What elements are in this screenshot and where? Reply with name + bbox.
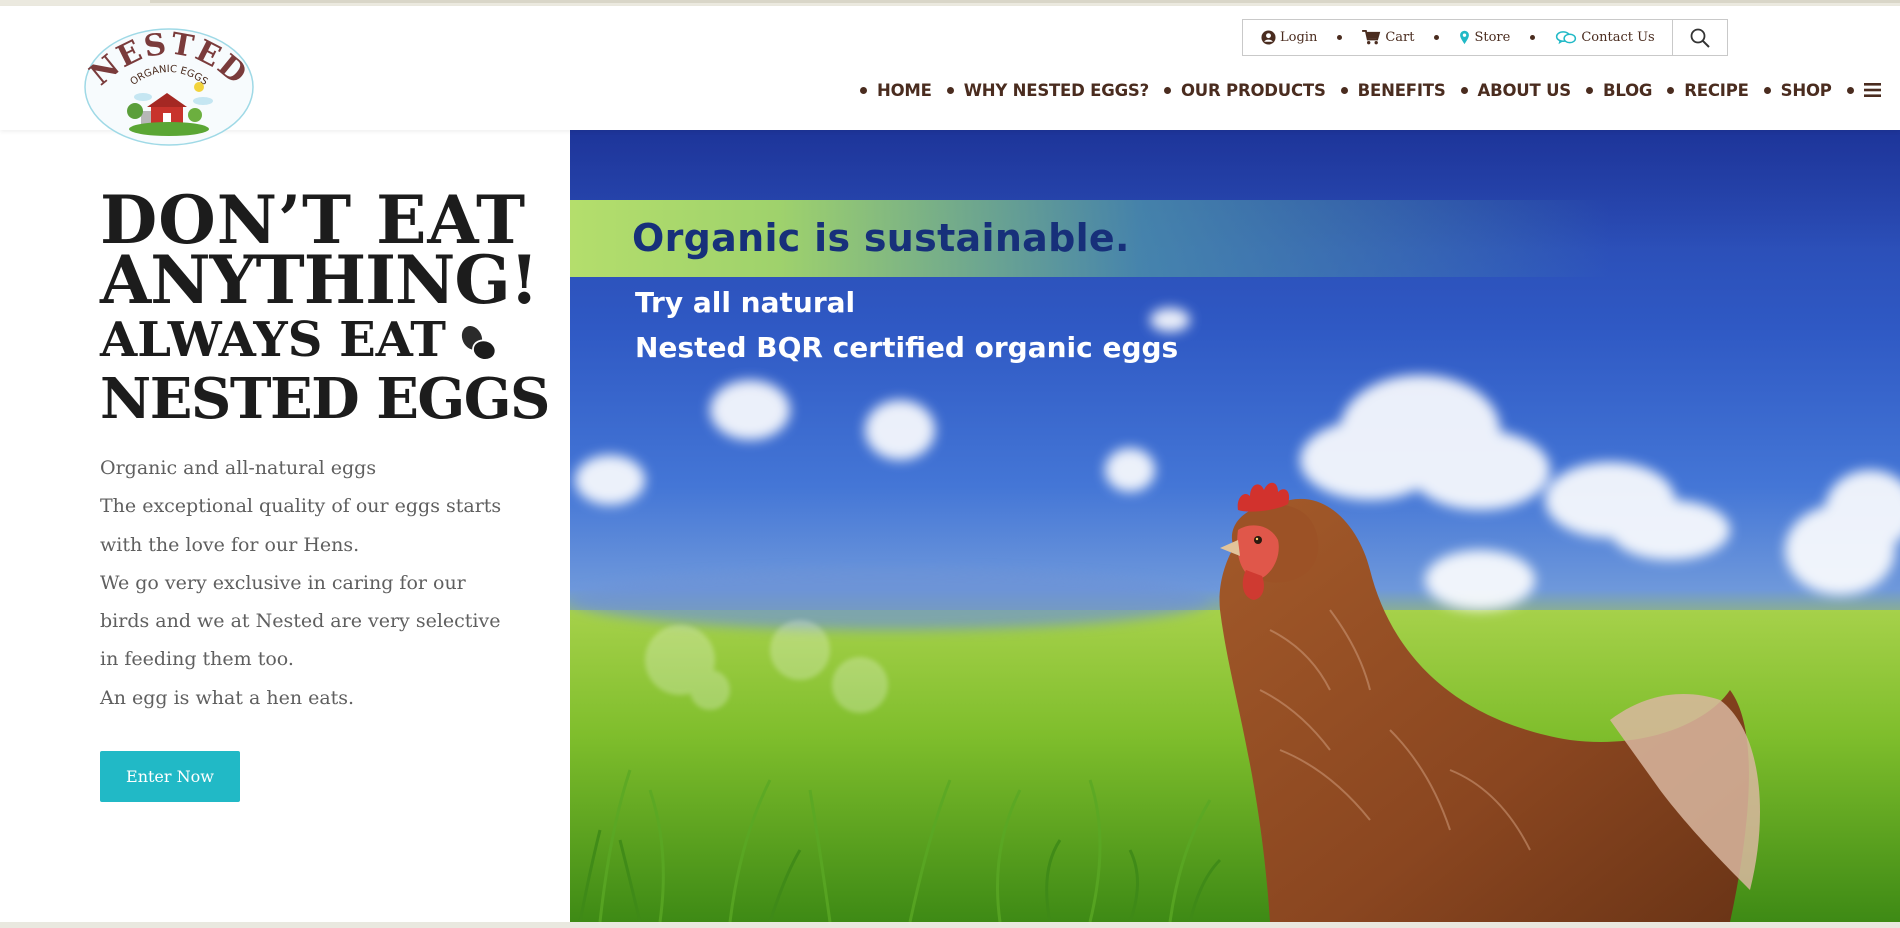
nav-item-why-nested-eggs[interactable]: WHY NESTED EGGS?	[946, 80, 1164, 100]
eggs-icon	[461, 326, 497, 361]
contact-link[interactable]: Contact Us	[1555, 30, 1655, 45]
nav-item-about-us[interactable]: ABOUT US	[1460, 80, 1586, 100]
nav-label: BLOG	[1602, 80, 1653, 100]
nav-item-recipe[interactable]: RECIPE	[1667, 81, 1763, 100]
nested-logo-graphic: NESTED ORGANIC EGGS	[83, 26, 254, 146]
cart-link[interactable]: Cart	[1362, 30, 1414, 45]
nav-item-shop[interactable]: SHOP	[1763, 80, 1847, 100]
intro-paragraph-line: in feeding them too.	[100, 648, 294, 671]
nav-label: RECIPE	[1684, 80, 1749, 100]
cart-icon	[1362, 30, 1381, 45]
nav-bullet	[860, 86, 867, 94]
hero-subtitle-line-2: Nested BQR certified organic eggs	[635, 331, 1179, 364]
separator-dot	[1530, 35, 1536, 40]
nav-label: BENEFITS	[1357, 80, 1446, 100]
nav-bullet	[1585, 86, 1593, 94]
separator-dot	[1337, 35, 1343, 40]
search-button[interactable]	[1672, 20, 1727, 55]
nav-item-benefits[interactable]: BENEFITS	[1340, 80, 1461, 100]
nav-label: ABOUT US	[1477, 80, 1572, 100]
intro-headline: DON’T EAT ANYTHING! ALWAYS EAT NESTED EG…	[100, 187, 551, 432]
separator-dot	[1434, 35, 1440, 40]
cart-label: Cart	[1385, 30, 1415, 45]
nav-item-home[interactable]: HOME	[860, 81, 947, 100]
login-label: Login	[1280, 30, 1318, 45]
chat-bubbles-icon	[1556, 31, 1577, 45]
intro-section: DON’T EAT ANYTHING! ALWAYS EAT NESTED EG…	[0, 130, 570, 922]
top-border-inner	[150, 0, 1900, 3]
menu-toggle-button[interactable]	[1846, 82, 1882, 98]
intro-paragraph-line: with the love for our Hens.	[100, 533, 360, 556]
nav-bullet	[1667, 86, 1675, 94]
nav-bullet	[1340, 86, 1348, 94]
nav-label: HOME	[877, 80, 932, 100]
headline-line-2: ANYTHING!	[100, 241, 539, 319]
hamburger-menu-icon	[1863, 83, 1881, 97]
nav-item-blog[interactable]: BLOG	[1585, 80, 1667, 100]
headline-line-3-row: ALWAYS EAT	[100, 310, 500, 370]
headline-line-4: NESTED EGGS	[100, 366, 551, 432]
main-navigation: HOME WHY NESTED EGGS? OUR PRODUCTS BENEF…	[860, 75, 1882, 105]
map-pin-icon	[1460, 30, 1470, 45]
user-circle-icon	[1261, 30, 1276, 45]
hero-subtitle-line-1: Try all natural	[635, 286, 856, 319]
utility-bar: Login Cart Store Contact Us	[1242, 19, 1728, 56]
nav-label: SHOP	[1780, 80, 1832, 100]
nav-bullet	[1163, 86, 1171, 94]
site-logo[interactable]: NESTED ORGANIC EGGS	[83, 26, 255, 147]
nav-bullet	[1846, 86, 1854, 94]
hero-banner: Organic is sustainable. Try all natural …	[570, 130, 1900, 922]
intro-paragraph-line: The exceptional quality of our eggs star…	[100, 495, 502, 518]
nav-bullet	[946, 86, 954, 94]
nav-label: WHY NESTED EGGS?	[963, 80, 1149, 100]
nav-item-our-products[interactable]: OUR PRODUCTS	[1163, 80, 1341, 100]
utility-links: Login Cart Store Contact Us	[1243, 20, 1673, 55]
intro-paragraph-line: Organic and all-natural eggs	[100, 457, 377, 479]
intro-paragraph-line: An egg is what a hen eats.	[100, 686, 355, 709]
bottom-border	[0, 922, 1900, 928]
store-label: Store	[1474, 30, 1511, 45]
nav-bullet	[1763, 86, 1771, 94]
contact-label: Contact Us	[1581, 30, 1655, 45]
store-link[interactable]: Store	[1459, 30, 1510, 45]
headline-line-3: ALWAYS EAT	[100, 312, 446, 368]
intro-paragraph-line: We go very exclusive in caring for our	[100, 571, 466, 594]
search-icon	[1690, 28, 1710, 48]
nav-label: OUR PRODUCTS	[1180, 80, 1326, 100]
intro-description: Organic and all-natural eggs The excepti…	[100, 449, 502, 717]
login-link[interactable]: Login	[1261, 30, 1317, 45]
intro-paragraph-line: birds and we at Nested are very selectiv…	[100, 610, 501, 633]
nav-bullet	[1460, 86, 1468, 94]
hero-title: Organic is sustainable.	[632, 216, 1130, 260]
enter-now-button[interactable]: Enter Now	[100, 751, 240, 802]
